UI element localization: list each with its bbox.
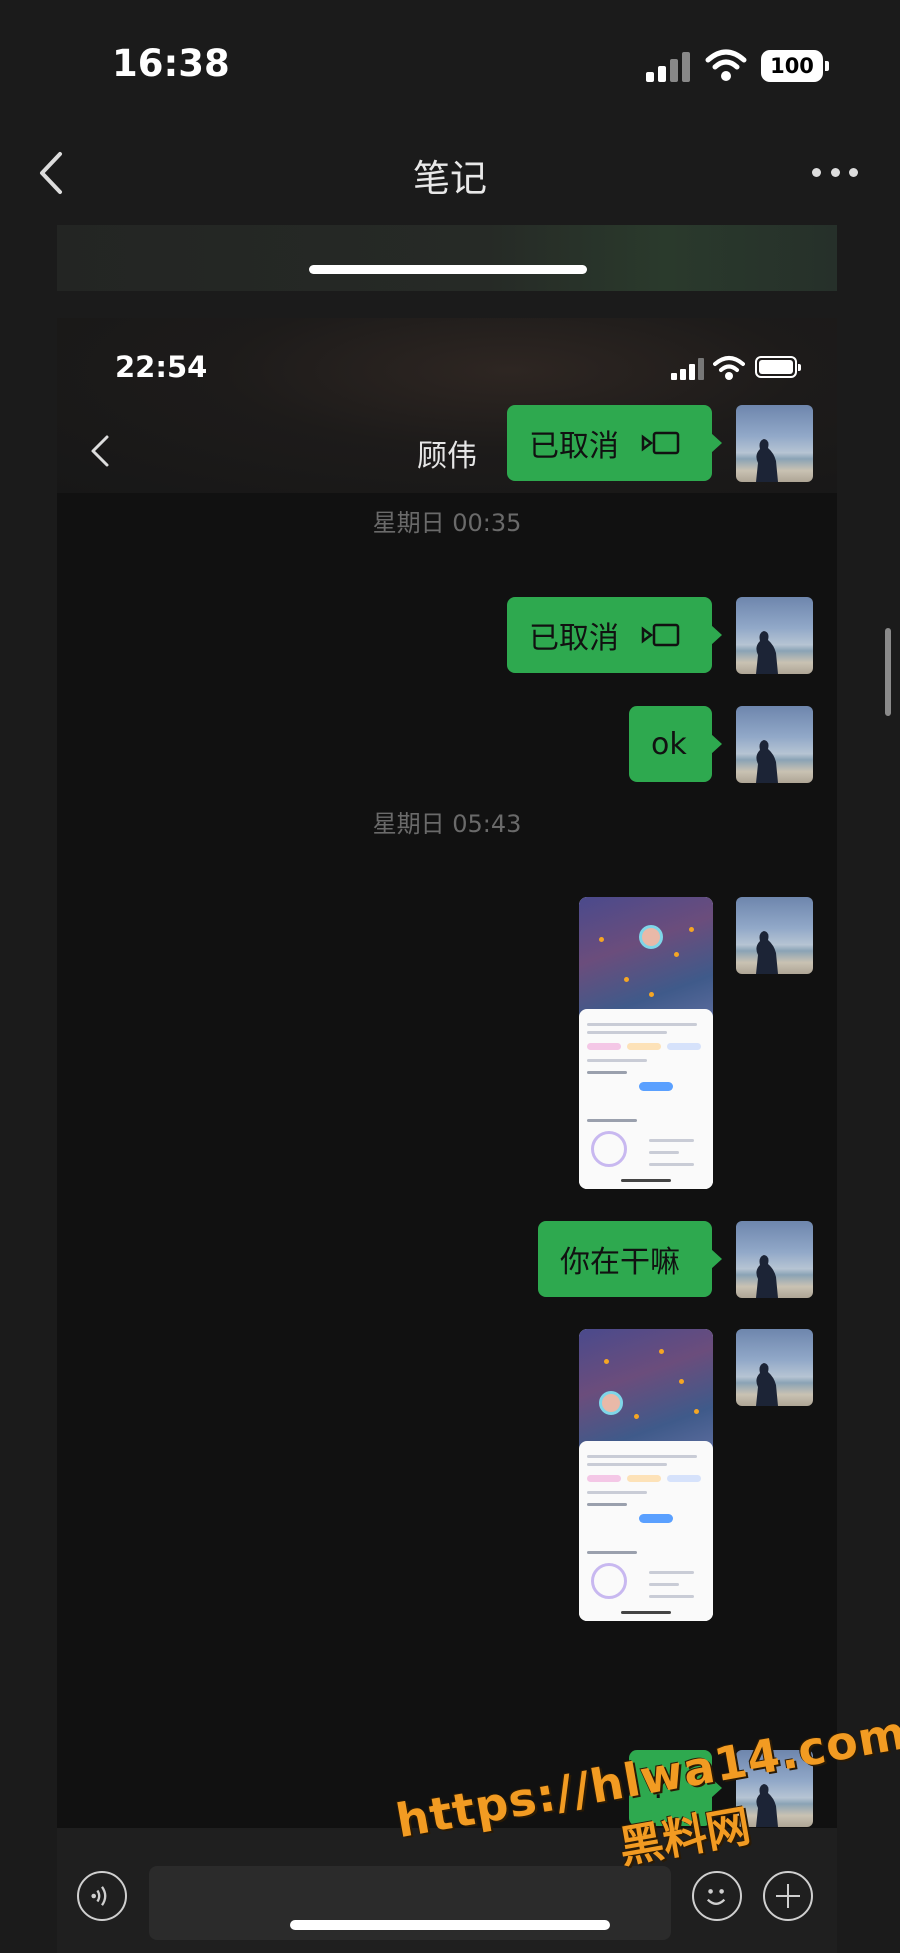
page-title: 笔记 (413, 157, 487, 200)
signal-icon (646, 52, 690, 82)
avatar[interactable] (736, 597, 813, 674)
message-bubble[interactable]: ok (629, 706, 722, 782)
image-message[interactable] (579, 1329, 713, 1621)
battery-icon: 100 (761, 50, 829, 82)
message-bubble[interactable]: 已取消 (507, 597, 722, 673)
timestamp: 星期日 00:35 (372, 509, 522, 537)
avatar[interactable] (736, 1221, 813, 1298)
wifi-icon (713, 356, 745, 380)
scrollbar[interactable] (885, 628, 891, 716)
video-call-icon (641, 431, 680, 455)
avatar[interactable] (736, 706, 813, 783)
avatar[interactable] (736, 405, 813, 482)
image-message[interactable] (579, 897, 713, 1189)
message-text: ok (651, 726, 687, 762)
status-time: 16:38 (112, 42, 230, 85)
message-text: 已取消 (529, 429, 619, 464)
more-icon[interactable] (812, 164, 858, 180)
signal-icon (671, 358, 704, 380)
plus-icon[interactable] (763, 1871, 813, 1921)
video-call-icon (641, 623, 680, 647)
message-text: 已取消 (529, 621, 619, 656)
avatar[interactable] (736, 1329, 813, 1406)
message-bubble[interactable]: 已取消 (507, 405, 722, 481)
chat-status-time: 22:54 (115, 350, 208, 384)
voice-icon[interactable] (77, 1871, 127, 1921)
home-indicator (290, 1920, 610, 1930)
chat-header: 22:54 顾伟 (57, 318, 837, 493)
emoji-icon[interactable] (692, 1871, 742, 1921)
note-header-strip (57, 225, 837, 291)
battery-icon (755, 356, 801, 378)
timestamp: 星期日 05:43 (372, 810, 522, 838)
chat-screenshot: 22:54 顾伟 已取消 星期日 00:35 已取消 ok 星期日 05:43 … (57, 318, 837, 1953)
avatar[interactable] (736, 897, 813, 974)
message-bubble[interactable]: 你在干嘛 (538, 1221, 722, 1297)
wifi-icon (705, 49, 747, 81)
message-text: 你在干嘛 (560, 1245, 680, 1280)
